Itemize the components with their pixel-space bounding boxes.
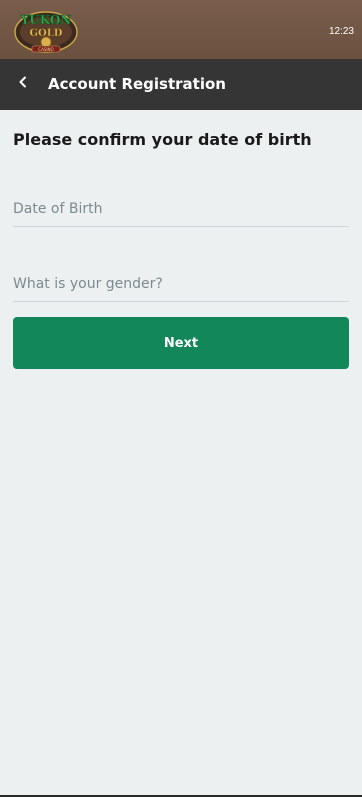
status-time: 12:23	[328, 26, 354, 37]
gender-field[interactable]	[13, 258, 349, 302]
back-button[interactable]	[10, 69, 36, 95]
svg-text:YUKON: YUKON	[20, 13, 72, 27]
next-button[interactable]: Next	[13, 317, 349, 369]
page-title: Account Registration	[48, 75, 226, 93]
gender-input[interactable]	[13, 258, 349, 301]
app-top-bar: YUKON GOLD CASINO 12:23	[0, 0, 362, 59]
form-heading: Please confirm your date of birth	[13, 130, 312, 149]
page-header: Account Registration	[0, 59, 362, 110]
yukon-gold-logo[interactable]: YUKON GOLD CASINO	[12, 6, 80, 54]
date-of-birth-input[interactable]	[13, 183, 349, 226]
date-of-birth-field[interactable]	[13, 183, 349, 227]
svg-text:CASINO: CASINO	[38, 47, 53, 52]
chevron-left-icon	[19, 76, 26, 88]
